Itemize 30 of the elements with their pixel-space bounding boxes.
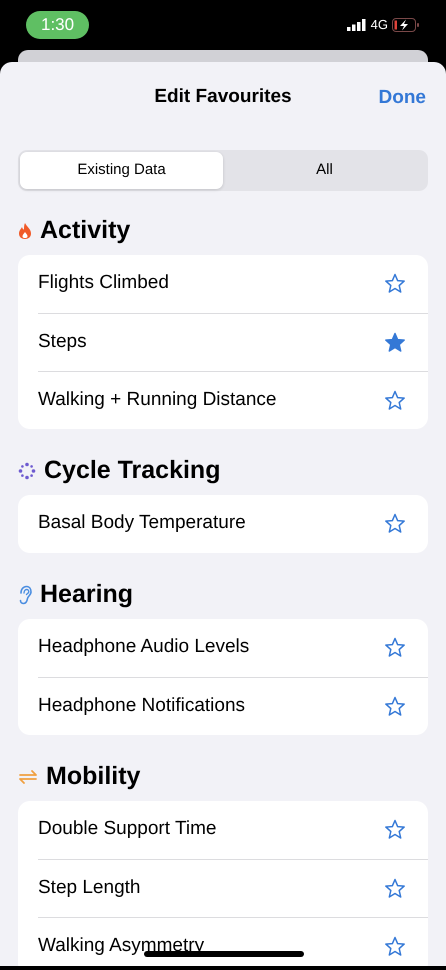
row-label: Double Support Time [38,817,216,842]
section-title: Cycle Tracking [44,454,220,486]
star-icon[interactable] [384,696,406,716]
row-label: Walking Asymmetry [38,934,204,958]
star-icon[interactable] [384,390,406,410]
row-label: Flights Climbed [38,271,169,296]
row-label: Headphone Audio Levels [38,635,250,660]
star-icon[interactable] [384,878,406,898]
signal-icon [346,19,367,31]
section-title: Mobility [46,760,140,792]
row-label: Steps [38,330,87,354]
star-icon[interactable] [384,936,406,956]
segment-tab[interactable]: All [223,152,426,188]
row-label: Basal Body Temperature [38,511,246,536]
section-title: Activity [40,214,130,246]
section-title: Hearing [40,578,134,610]
segment-tab[interactable]: Existing Data [20,152,223,188]
time: 1:30 [26,11,90,39]
star-icon[interactable] [384,819,406,840]
done-button[interactable]: Done [378,84,426,112]
star-icon[interactable] [384,637,406,658]
star-icon[interactable] [384,332,406,352]
sheet-title: Edit Favourites [154,84,292,109]
row-label: Walking + Running Distance [38,388,277,412]
star-icon[interactable] [384,513,406,534]
battery-icon [392,18,420,32]
network-label: 4G [370,16,388,34]
row-label: Step Length [38,876,140,900]
row-label: Headphone Notifications [38,694,246,718]
star-icon[interactable] [384,273,406,294]
